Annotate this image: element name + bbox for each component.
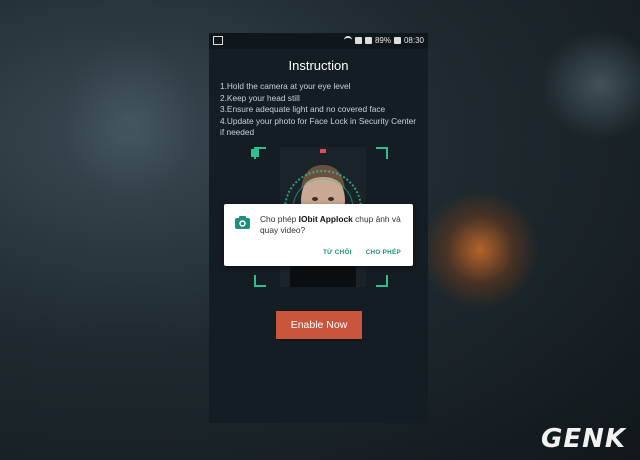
deny-button[interactable]: TỪ CHỐI [323,249,352,256]
allow-button[interactable]: CHO PHÉP [366,249,401,256]
dialog-message-prefix: Cho phép [260,214,299,224]
page-title: Instruction [288,58,349,73]
dialog-message: Cho phép IObit Applock chụp ảnh và quay … [260,214,406,236]
instruction-item: 3.Ensure adequate light and no covered f… [220,104,386,114]
genk-watermark-logo: GENK [540,424,626,454]
enable-now-button[interactable]: Enable Now [276,311,362,339]
wifi-icon [343,36,352,45]
camera-icon [235,216,250,229]
status-time: 08:30 [403,36,424,45]
scan-indicator-icon [251,149,259,157]
gallery-notification-icon [213,36,223,45]
signal-icon [364,37,372,44]
instruction-list: 1.Hold the camera at your eye level 2.Ke… [220,81,420,139]
scan-corner [376,147,388,159]
dialog-actions: TỪ CHỐI CHO PHÉP [323,249,401,256]
background-bokeh-orange [420,190,540,310]
status-bar: 89% 08:30 [209,33,428,49]
instruction-item: 1.Hold the camera at your eye level [220,81,351,91]
background-bokeh-light [540,30,640,140]
battery-percent: 89% [374,36,391,45]
instruction-item: 4.Update your photo for Face Lock in Sec… [220,115,417,138]
dialog-app-name: IObit Applock [298,214,353,224]
scan-corner [376,275,388,287]
background-bokeh-window [60,40,200,200]
battery-icon [393,37,401,44]
permission-dialog: Cho phép IObit Applock chụp ảnh và quay … [224,204,413,266]
instruction-item: 2.Keep your head still [220,92,300,103]
scan-corner [254,275,266,287]
status-icons: 89% 08:30 [343,36,424,45]
nfc-icon [354,37,362,44]
